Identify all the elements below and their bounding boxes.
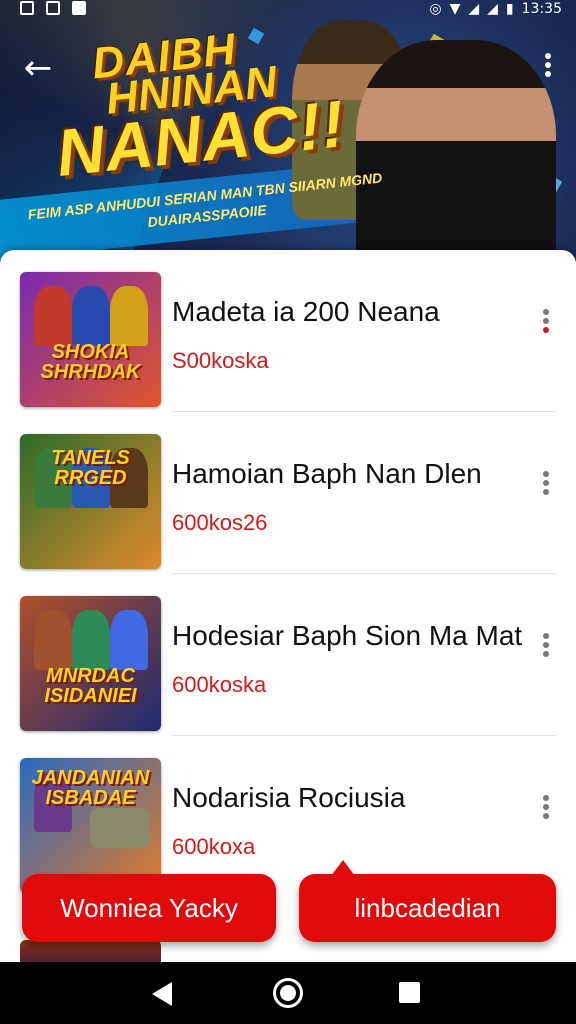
wifi-icon: ▼ — [449, 1, 461, 17]
status-right-icons: ◎ ▼ ◢ ◢ ▮ 13:35 — [429, 1, 562, 17]
signal-icon: ◢ — [468, 1, 480, 17]
item-more-icon[interactable] — [536, 468, 556, 508]
thumb-figure — [34, 610, 72, 670]
item-more-icon[interactable] — [536, 306, 556, 346]
nav-home-icon[interactable] — [273, 978, 303, 1008]
thumb-figure — [72, 610, 110, 670]
item-thumbnail[interactable]: SHOKIA SHRHDAK — [20, 272, 161, 407]
hero-banner: DAIBH HNINAN NANAC!! FEIM ASP ANHUDUI SE… — [0, 0, 576, 262]
thumb-logo: SHOKIA SHRHDAK — [40, 341, 141, 383]
overflow-menu-icon[interactable] — [538, 50, 558, 86]
signal-icon: ◢ — [487, 1, 498, 17]
nav-back-icon[interactable] — [152, 982, 172, 1006]
thumb-figure — [110, 610, 148, 670]
item-title[interactable]: Hamoian Baph Nan Dlen — [172, 458, 482, 490]
primary-action-button[interactable]: Wonniea Yacky — [22, 874, 276, 942]
status-time: 13:35 — [521, 1, 562, 17]
item-title[interactable]: Nodarisia Rociusia — [172, 782, 405, 814]
list-item[interactable]: MNRDAC ISIDANIEI Hodesiar Baph Sion Ma M… — [0, 574, 576, 736]
hero-character-man — [356, 40, 556, 262]
back-arrow-icon[interactable]: ← — [18, 48, 58, 88]
item-subtitle: S00koska — [172, 348, 269, 373]
battery-icon: ▮ — [505, 1, 514, 17]
thumb-vehicle — [90, 808, 150, 848]
thumb-figure — [34, 286, 72, 346]
item-more-icon[interactable] — [536, 630, 556, 670]
status-bar: ◎ ▼ ◢ ◢ ▮ 13:35 — [0, 0, 576, 22]
alarm-icon: ◎ — [429, 1, 442, 17]
item-thumbnail[interactable]: TANELS RRGED — [20, 434, 161, 569]
thumb-figure — [110, 286, 148, 346]
gallery-icon — [46, 1, 60, 15]
item-title[interactable]: Hodesiar Baph Sion Ma Mat — [172, 620, 522, 652]
item-subtitle: 600koxa — [172, 834, 256, 859]
check-icon — [72, 1, 86, 15]
item-thumbnail[interactable]: MNRDAC ISIDANIEI — [20, 596, 161, 731]
item-thumbnail[interactable]: JANDANIAN ISBADAE — [20, 758, 161, 893]
thumb-logo: MNRDAC ISIDANIEI — [44, 665, 137, 707]
content-sheet: SHOKIA SHRHDAK Madeta ia 200 Neana S00ko… — [0, 250, 576, 970]
nav-recents-icon[interactable] — [399, 982, 420, 1003]
system-nav-bar — [0, 962, 576, 1024]
thumb-figure — [72, 286, 110, 346]
thumb-logo: JANDANIAN ISBADAE — [31, 767, 150, 809]
item-subtitle: 600kos26 — [172, 510, 268, 535]
status-left-icons — [20, 1, 86, 15]
item-more-icon[interactable] — [536, 792, 556, 832]
secondary-action-button[interactable]: linbcadedian — [299, 860, 556, 942]
thumb-logo: TANELS RRGED — [51, 447, 130, 489]
notification-icon — [20, 1, 34, 15]
item-subtitle: 600koska — [172, 672, 267, 697]
item-title[interactable]: Madeta ia 200 Neana — [172, 296, 440, 328]
list-item[interactable]: TANELS RRGED Hamoian Baph Nan Dlen 600ko… — [0, 412, 576, 574]
list-item[interactable]: SHOKIA SHRHDAK Madeta ia 200 Neana S00ko… — [0, 250, 576, 412]
